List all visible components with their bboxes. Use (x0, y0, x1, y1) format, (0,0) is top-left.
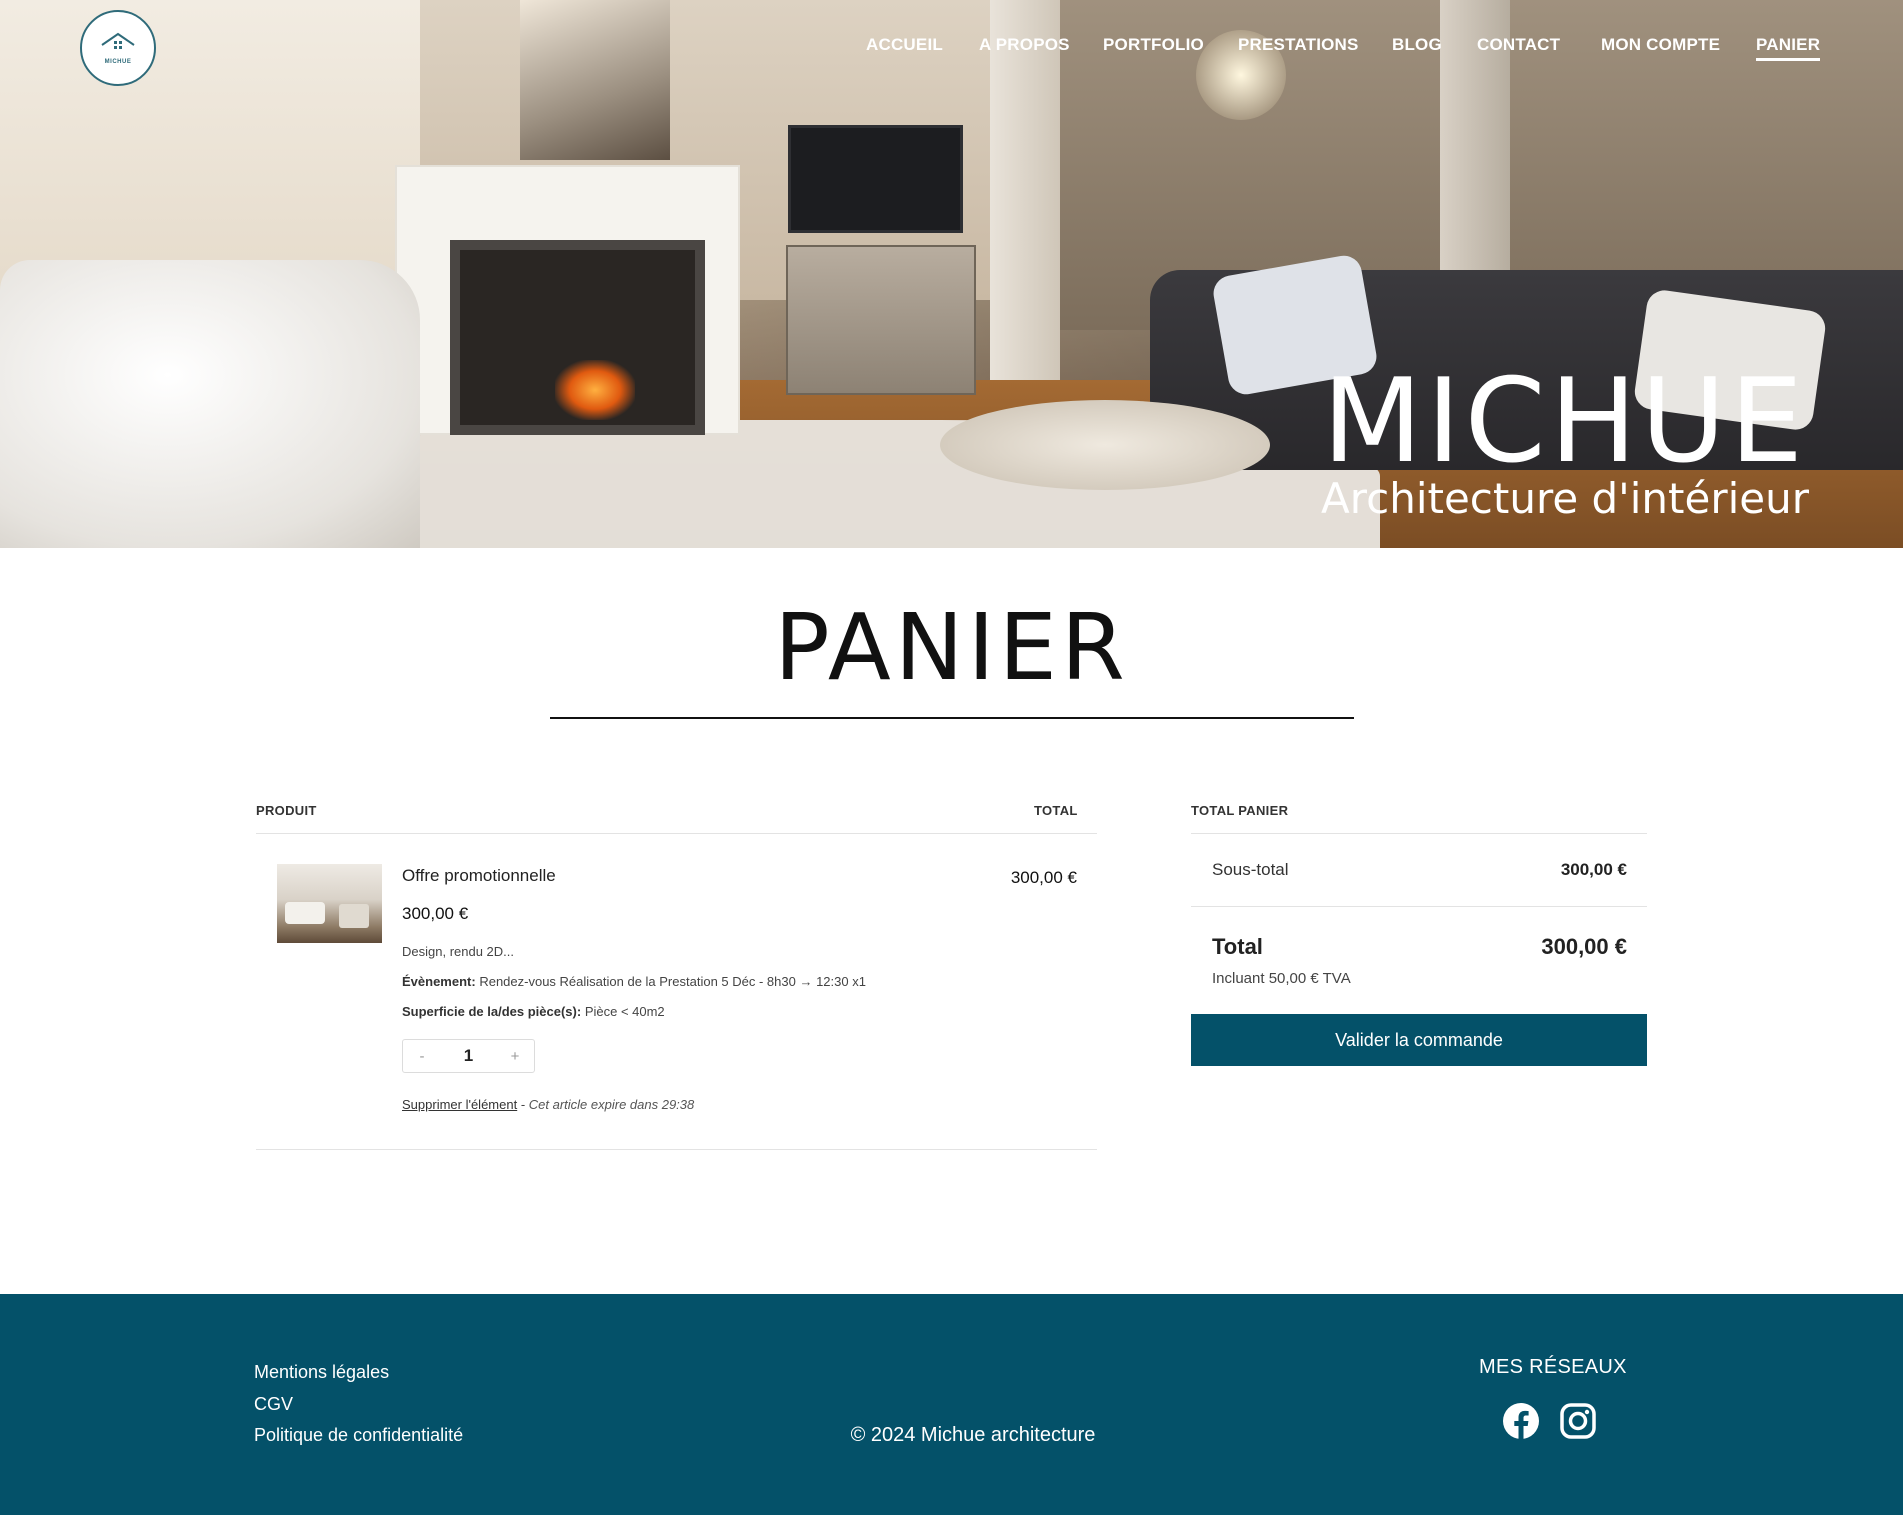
product-thumbnail[interactable] (277, 864, 382, 943)
nav-item-panier[interactable]: PANIER (1756, 35, 1821, 61)
footer-link-cgv[interactable]: CGV (254, 1394, 293, 1415)
product-surface-label: Superficie de la/des pièce(s): (402, 1004, 582, 1019)
quantity-decrease-button[interactable]: - (415, 1048, 429, 1065)
subtotal-divider (1191, 906, 1647, 907)
expiry-notice: Cet article expire dans 29:38 (528, 1097, 695, 1112)
product-event-value: Rendez-vous Réalisation de la Prestation… (479, 974, 866, 989)
table-header-divider (256, 833, 1097, 834)
nav-item-portfolio[interactable]: PORTFOLIO (1103, 35, 1204, 55)
total-label: Total (1212, 934, 1263, 959)
nav-item-prestations[interactable]: PRESTATIONS (1238, 35, 1359, 55)
logo-text: MICHUE (104, 58, 132, 65)
product-surface-value: Pièce < 40m2 (584, 1004, 665, 1019)
brand-subtitle: Architecture d'intérieur (1321, 474, 1809, 523)
total-value: 300,00 € (1541, 934, 1627, 959)
hero-image-pillar (990, 0, 1060, 400)
nav-item-mon-compte[interactable]: MON COMPTE (1601, 35, 1720, 55)
quantity-stepper: - 1 + (402, 1039, 535, 1073)
copyright: © 2024 Michue architecture (850, 1424, 1096, 1446)
product-event: Évènement: Rendez-vous Réalisation de la… (402, 974, 866, 989)
remove-row: Supprimer l'élément - Cet article expire… (402, 1097, 694, 1112)
nav-item-accueil[interactable]: ACCUEIL (866, 35, 943, 55)
brand-title: MICHUE (1322, 354, 1807, 489)
quantity-increase-button[interactable]: + (508, 1048, 522, 1065)
hero-image-tv (788, 125, 963, 233)
product-price: 300,00 € (402, 904, 469, 923)
remove-separator: - (517, 1097, 529, 1112)
hero-image-fire (555, 360, 635, 420)
site-logo[interactable]: MICHUE (80, 10, 156, 86)
product-surface: Superficie de la/des pièce(s): Pièce < 4… (402, 1004, 665, 1019)
hero-banner: MICHUE ACCUEIL A PROPOS PORTFOLIO PRESTA… (0, 0, 1903, 548)
social-title: MES RÉSEAUX (1479, 1356, 1627, 1378)
hero-image-armchair (0, 260, 420, 548)
product-description: Design, rendu 2D... (402, 944, 515, 959)
hero-image-cabinet (786, 245, 976, 395)
column-header-total: TOTAL (1034, 803, 1078, 818)
totals-header-divider (1191, 833, 1647, 834)
remove-item-link[interactable]: Supprimer l'élément (402, 1097, 517, 1112)
table-footer-divider (256, 1149, 1097, 1150)
nav-item-a-propos[interactable]: A PROPOS (979, 35, 1070, 55)
nav-item-blog[interactable]: BLOG (1392, 35, 1442, 55)
facebook-icon[interactable] (1502, 1402, 1540, 1440)
nav-item-contact[interactable]: CONTACT (1477, 35, 1560, 55)
product-name[interactable]: Offre promotionnelle (402, 866, 556, 886)
page-title: PANIER (774, 594, 1129, 701)
subtotal-label: Sous-total (1212, 860, 1289, 879)
house-logo-icon (99, 32, 137, 58)
quantity-input[interactable]: 1 (464, 1046, 473, 1066)
line-total: 300,00 € (1010, 868, 1077, 887)
totals-heading: TOTAL PANIER (1191, 803, 1289, 818)
tax-note: Incluant 50,00 € TVA (1212, 970, 1351, 987)
hero-image-coffee-table (940, 400, 1270, 490)
checkout-button[interactable]: Valider la commande (1191, 1014, 1647, 1066)
column-header-product: PRODUIT (256, 803, 317, 818)
instagram-icon[interactable] (1559, 1402, 1597, 1440)
product-event-label: Évènement: (402, 974, 476, 989)
hero-image-painting (520, 0, 670, 160)
footer-link-mentions-legales[interactable]: Mentions légales (254, 1362, 389, 1383)
subtotal-value: 300,00 € (1560, 860, 1627, 879)
title-divider (550, 717, 1354, 719)
